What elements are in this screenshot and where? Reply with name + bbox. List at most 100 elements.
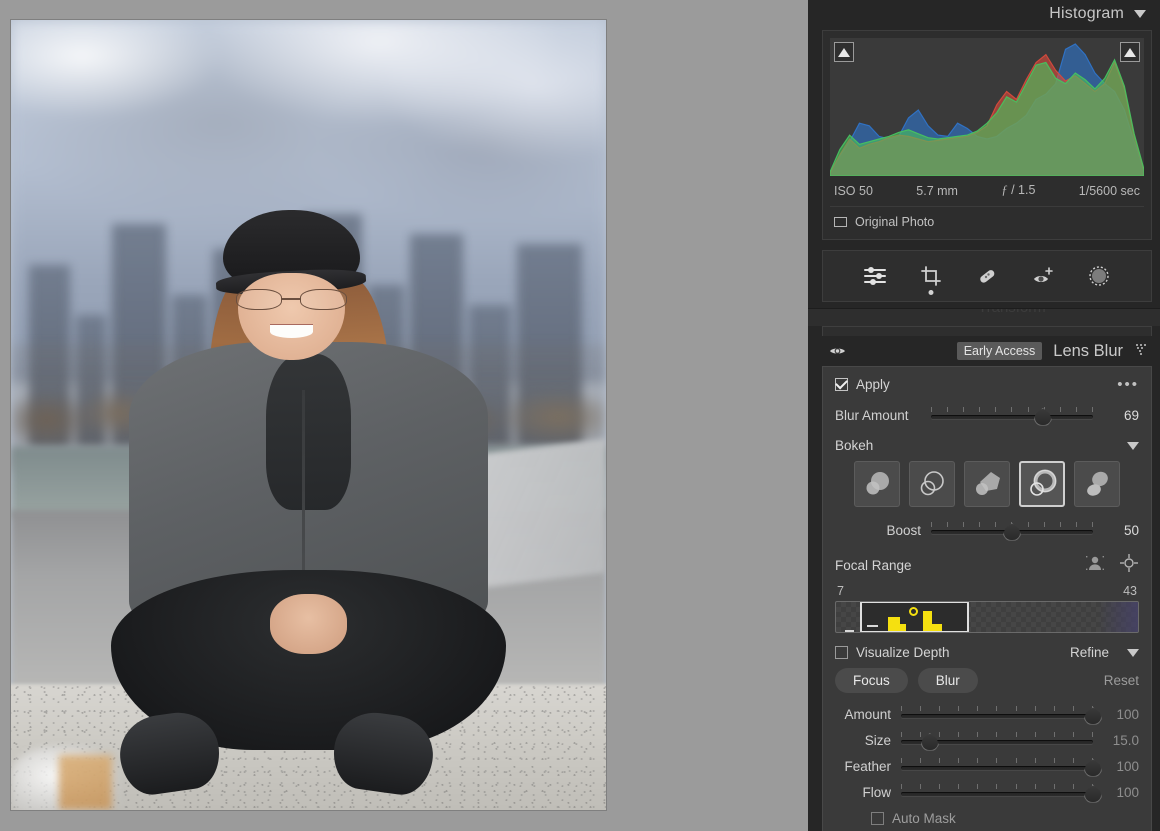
refine-section-header[interactable]: Refine bbox=[1070, 645, 1139, 660]
lens-blur-title: Lens Blur bbox=[1053, 341, 1123, 360]
exif-metadata: ISO 50 5.7 mm ƒ / 1.5 1/5600 sec bbox=[830, 176, 1144, 206]
chevron-down-icon[interactable] bbox=[1127, 441, 1139, 450]
flow-slider[interactable] bbox=[901, 781, 1102, 803]
bokeh-option-bokeh-bubble[interactable] bbox=[909, 461, 955, 507]
reset-button[interactable]: Reset bbox=[1104, 673, 1139, 688]
slider-track bbox=[901, 792, 1093, 796]
crop-icon[interactable] bbox=[916, 261, 946, 291]
blur-amount-label: Blur Amount bbox=[835, 407, 909, 423]
chevron-down-icon[interactable] bbox=[1127, 648, 1139, 657]
slider-track bbox=[931, 415, 1093, 419]
red-eye-icon[interactable] bbox=[1028, 261, 1058, 291]
refine-label: Refine bbox=[1069, 645, 1109, 660]
flow-label: Flow bbox=[862, 784, 891, 800]
depth-range-strip[interactable] bbox=[835, 601, 1139, 633]
brush-sliders: Amount 100 Size 15.0 Feather 100 Flow 10… bbox=[835, 703, 1139, 826]
lightroom-window: Histogram ISO 50 5.7 mm ƒ / 1.5 1/5600 s… bbox=[0, 0, 1160, 831]
amount-value[interactable]: 100 bbox=[1103, 707, 1139, 722]
focal-range-min[interactable]: 7 bbox=[837, 584, 844, 598]
bokeh-options bbox=[835, 461, 1139, 507]
panel-switch-icon[interactable] bbox=[1134, 342, 1148, 361]
amount-slider[interactable] bbox=[901, 703, 1102, 725]
feather-value[interactable]: 100 bbox=[1103, 759, 1139, 774]
early-access-badge: Early Access bbox=[956, 342, 1043, 360]
original-photo-toggle[interactable]: Original Photo bbox=[830, 207, 1144, 235]
edit-sliders-icon[interactable] bbox=[860, 261, 890, 291]
more-options-icon[interactable]: ••• bbox=[1117, 377, 1139, 392]
lens-blur-body: Apply ••• Blur Amount 69 Bokeh Boost 50 … bbox=[822, 366, 1152, 831]
module-top-edge bbox=[822, 326, 1152, 336]
apply-row: Apply ••• bbox=[835, 377, 1139, 392]
foreground-object bbox=[58, 754, 113, 810]
rectangle-icon bbox=[834, 217, 847, 227]
flow-value[interactable]: 100 bbox=[1103, 785, 1139, 800]
transform-panel-remnant[interactable]: Transform bbox=[808, 308, 1160, 326]
size-slider[interactable] bbox=[901, 729, 1093, 751]
bokeh-option-bokeh-circle[interactable] bbox=[854, 461, 900, 507]
amount-slider-row: Amount 100 bbox=[835, 703, 1139, 725]
clasped-hands bbox=[269, 593, 348, 654]
iso-value: ISO 50 bbox=[834, 183, 873, 198]
depth-range-selection[interactable] bbox=[860, 602, 969, 632]
auto-mask-label: Auto Mask bbox=[892, 811, 956, 826]
slider-track bbox=[901, 766, 1093, 770]
visualize-depth-label: Visualize Depth bbox=[856, 645, 950, 660]
lens-blur-header[interactable]: Early Access Lens Blur bbox=[822, 336, 1152, 366]
histogram-header[interactable]: Histogram bbox=[808, 0, 1160, 28]
size-value[interactable]: 15.0 bbox=[1103, 733, 1139, 748]
edit-toolstrip bbox=[822, 250, 1152, 302]
apply-label: Apply bbox=[856, 377, 890, 392]
chevron-down-icon[interactable] bbox=[1134, 10, 1146, 18]
slider-ticks bbox=[901, 706, 1093, 711]
histogram-title: Histogram bbox=[1049, 5, 1124, 22]
shadow-clipping-indicator[interactable] bbox=[834, 42, 854, 62]
apply-checkbox[interactable]: Apply bbox=[835, 377, 890, 392]
focus-subject-icon[interactable] bbox=[1085, 553, 1105, 578]
blur-amount-slider[interactable] bbox=[931, 404, 1093, 426]
focal-range-label: Focal Range bbox=[835, 558, 912, 573]
highlight-clipping-indicator[interactable] bbox=[1120, 42, 1140, 62]
edited-photo[interactable] bbox=[11, 20, 606, 810]
boost-slider-row: Boost 50 bbox=[835, 519, 1139, 541]
transform-label: Transform bbox=[978, 309, 1046, 316]
visualize-depth-row: Visualize Depth Refine bbox=[835, 645, 1139, 660]
active-tool-indicator bbox=[928, 290, 934, 295]
slider-ticks bbox=[901, 784, 1093, 789]
masking-icon[interactable] bbox=[1084, 261, 1114, 291]
smile bbox=[269, 325, 313, 339]
healing-brush-icon[interactable] bbox=[972, 261, 1002, 291]
blur-amount-value[interactable]: 69 bbox=[1103, 408, 1139, 423]
flow-slider-row: Flow 100 bbox=[835, 781, 1139, 803]
size-label: Size bbox=[864, 732, 891, 748]
boost-slider[interactable] bbox=[931, 519, 1093, 541]
bokeh-section-header[interactable]: Bokeh bbox=[835, 438, 1139, 453]
size-slider-row: Size 15.0 bbox=[835, 729, 1139, 751]
bokeh-option-bokeh-cat-eye[interactable] bbox=[1074, 461, 1120, 507]
lens-blur-module: Early Access Lens Blur Apply ••• Blur Am… bbox=[822, 326, 1152, 831]
brush-mode-row: Focus Blur Reset bbox=[835, 668, 1139, 693]
visibility-eye-icon[interactable] bbox=[826, 340, 848, 362]
original-photo-label: Original Photo bbox=[855, 215, 935, 229]
boost-label: Boost bbox=[886, 522, 921, 538]
visualize-depth-checkbox[interactable]: Visualize Depth bbox=[835, 645, 950, 660]
histogram-plot bbox=[830, 43, 1144, 176]
bokeh-option-bokeh-ring[interactable] bbox=[1019, 461, 1065, 507]
right-sidebar: Histogram ISO 50 5.7 mm ƒ / 1.5 1/5600 s… bbox=[808, 0, 1160, 831]
focus-target-icon[interactable] bbox=[1119, 553, 1139, 578]
boost-value[interactable]: 50 bbox=[1103, 523, 1139, 538]
jacket-opening bbox=[265, 353, 352, 510]
focal-range-header: Focal Range bbox=[835, 553, 1139, 578]
focal-range-values: 7 43 bbox=[835, 584, 1139, 598]
slider-track bbox=[901, 714, 1093, 718]
histogram-graph[interactable] bbox=[830, 38, 1144, 176]
focal-range-max[interactable]: 43 bbox=[1123, 584, 1137, 598]
focus-button[interactable]: Focus bbox=[835, 668, 908, 693]
auto-mask-checkbox[interactable]: Auto Mask bbox=[835, 811, 1139, 826]
blur-button[interactable]: Blur bbox=[917, 668, 978, 693]
photo-canvas[interactable] bbox=[0, 0, 808, 831]
aperture-value: ƒ / 1.5 bbox=[1001, 183, 1036, 197]
feather-slider[interactable] bbox=[901, 755, 1102, 777]
amount-label: Amount bbox=[844, 706, 891, 722]
bokeh-label: Bokeh bbox=[835, 438, 874, 453]
bokeh-option-bokeh-5-blade[interactable] bbox=[964, 461, 1010, 507]
